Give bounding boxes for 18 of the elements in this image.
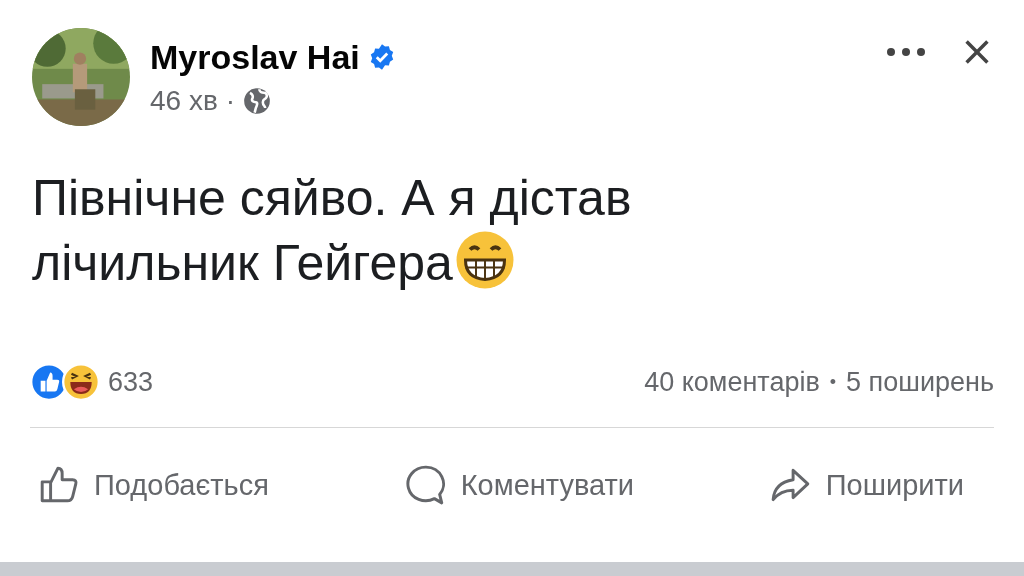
separator-dot: · [225, 84, 236, 117]
author-name[interactable]: Myroslav Hai [150, 37, 360, 77]
post-text-line: Північне сяйво. А я дістав [32, 169, 633, 228]
comment-button[interactable]: Коментувати [404, 464, 634, 506]
reaction-count[interactable]: 633 [108, 366, 154, 398]
post-time: 46 хв [150, 84, 218, 117]
grinning-emoji-icon [454, 230, 515, 290]
comment-count[interactable]: 40 коментарів [644, 366, 820, 398]
laughing-reaction-icon [62, 363, 100, 401]
separator-dot: • [829, 371, 837, 393]
post-text-line: лічильник Гейгера [32, 235, 453, 291]
close-icon[interactable] [964, 39, 990, 65]
more-icon[interactable] [886, 47, 926, 57]
globe-icon [243, 86, 272, 115]
like-button[interactable]: Подобається [38, 464, 269, 506]
share-button[interactable]: Поширити [769, 464, 964, 506]
share-count[interactable]: 5 поширень [846, 366, 994, 398]
speech-bubble-icon [404, 464, 447, 506]
